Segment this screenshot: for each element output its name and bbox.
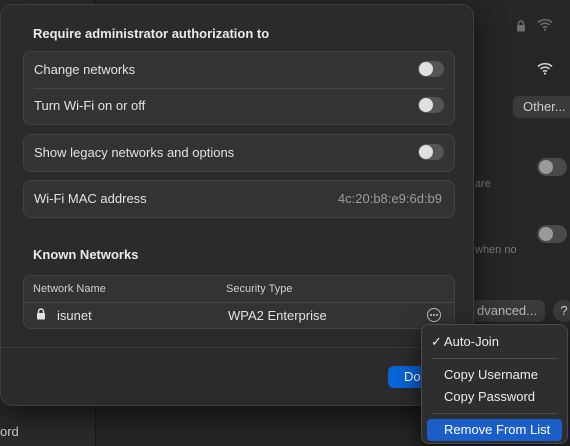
legacy-networks-label: Show legacy networks and options <box>34 145 235 160</box>
footer-divider <box>1 347 473 348</box>
help-button[interactable]: ? <box>553 300 570 322</box>
background-partial-text: when no <box>475 244 517 256</box>
menu-item-label: Copy Username <box>444 367 538 382</box>
column-header-network-name[interactable]: Network Name <box>33 283 106 295</box>
menu-item-label: Remove From List <box>444 422 551 437</box>
network-name-cell: isunet <box>57 308 92 323</box>
menu-item-copy-username[interactable]: Copy Username <box>427 364 562 386</box>
lock-icon <box>517 20 525 32</box>
security-type-cell: WPA2 Enterprise <box>228 308 327 323</box>
menu-separator <box>432 413 557 414</box>
background-toggle[interactable] <box>537 225 567 243</box>
menu-item-label: Copy Password <box>444 389 536 404</box>
menu-item-remove-from-list[interactable]: Remove From List <box>427 419 562 441</box>
menu-separator <box>432 358 557 359</box>
turn-wifi-row: Turn Wi-Fi on or off <box>24 88 454 124</box>
more-options-icon[interactable] <box>427 308 441 322</box>
known-networks-title: Known Networks <box>33 247 139 262</box>
legacy-networks-toggle[interactable] <box>418 144 444 160</box>
lock-icon <box>37 308 45 320</box>
column-header-security-type[interactable]: Security Type <box>226 283 292 295</box>
mac-address-label: Wi-Fi MAC address <box>34 191 147 206</box>
network-context-menu: ✓ Auto-Join Copy Username Copy Password … <box>421 324 568 444</box>
header-divider <box>24 302 454 303</box>
wifi-options-sheet: Require administrator authorization to C… <box>0 4 474 406</box>
mac-address-row: Wi-Fi MAC address 4c:20:b8:e9:6d:b9 <box>24 181 454 217</box>
other-button[interactable]: Other... <box>513 96 570 118</box>
sidebar-partial-text: ord <box>0 424 19 439</box>
menu-item-copy-password[interactable]: Copy Password <box>427 386 562 408</box>
change-networks-toggle[interactable] <box>418 61 444 77</box>
background-toggle[interactable] <box>537 158 567 176</box>
legacy-networks-row: Show legacy networks and options <box>24 135 454 171</box>
background-partial-text: are <box>475 178 491 190</box>
turn-wifi-toggle[interactable] <box>418 97 444 113</box>
known-networks-table: Network Name Security Type isunet WPA2 E… <box>23 275 455 329</box>
menu-item-auto-join[interactable]: ✓ Auto-Join <box>427 331 562 353</box>
menu-item-label: Auto-Join <box>444 334 499 349</box>
mac-address-group: Wi-Fi MAC address 4c:20:b8:e9:6d:b9 <box>23 180 455 218</box>
turn-wifi-label: Turn Wi-Fi on or off <box>34 98 146 113</box>
auth-options-group: Change networks Turn Wi-Fi on or off <box>23 51 455 125</box>
checkmark-icon: ✓ <box>431 334 442 349</box>
wifi-icon <box>537 62 553 75</box>
legacy-group: Show legacy networks and options <box>23 134 455 172</box>
change-networks-row: Change networks <box>24 52 454 88</box>
wifi-icon <box>537 18 553 31</box>
change-networks-label: Change networks <box>34 62 136 77</box>
advanced-button[interactable]: dvanced... <box>463 300 545 322</box>
mac-address-value: 4c:20:b8:e9:6d:b9 <box>337 191 442 206</box>
auth-section-title: Require administrator authorization to <box>33 26 270 41</box>
